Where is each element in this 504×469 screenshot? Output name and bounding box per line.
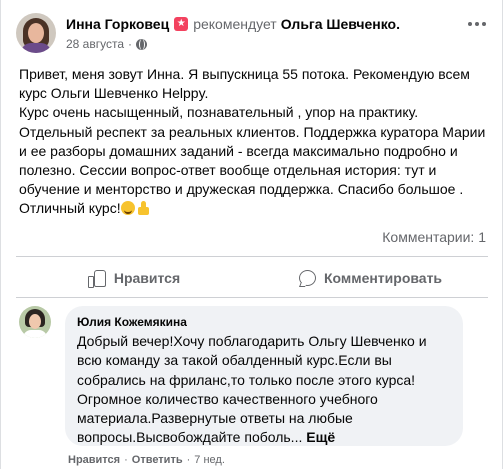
smiling-face-emoji [120,201,135,216]
commenter-avatar[interactable] [19,306,51,338]
comment-reply-link[interactable]: Ответить [132,454,183,466]
comment-item: Юлия Кожемякина Добрый вечер!Хочу поблаг… [19,306,463,446]
post-meta: Инна Горковец ★ рекомендует Ольга Шевчен… [66,13,400,55]
globe-icon[interactable] [136,38,148,50]
thumbs-up-emoji [137,201,149,216]
post-body: Привет, меня зовут Инна. Я выпускница 55… [19,65,489,219]
comment-bubble: Юлия Кожемякина Добрый вечер!Хочу поблаг… [65,306,463,446]
comment-button[interactable]: Комментировать [252,262,488,294]
more-options-icon[interactable] [468,22,486,26]
post-header: Инна Горковец ★ рекомендует Ольга Шевчен… [16,13,400,55]
date-separator: · [128,37,133,51]
commenter-name[interactable]: Юлия Кожемякина [77,315,451,329]
post-date[interactable]: 28 августа [66,37,124,51]
comment-bubble-icon [298,269,316,287]
recommend-text: рекомендует [193,16,277,32]
recommend-star-icon: ★ [174,17,189,31]
post-card: Инна Горковец ★ рекомендует Ольга Шевчен… [0,0,503,469]
author-name[interactable]: Инна Горковец [66,16,169,32]
divider-top [16,256,488,257]
like-button[interactable]: Нравится [16,262,252,294]
post-text: Привет, меня зовут Инна. Я выпускница 55… [19,66,486,217]
like-label: Нравится [113,270,181,286]
comment-action-separator-2: · [186,454,191,466]
comment-action-separator: · [124,454,128,466]
recommended-page-link[interactable]: Ольга Шевченко. [281,16,400,32]
comment-time[interactable]: 7 нед. [194,454,225,466]
divider-bottom [16,297,488,298]
comment-text: Добрый вечер!Хочу поблагодарить Ольгу Ше… [77,333,427,446]
comments-count-link[interactable]: Комментарии: 1 [382,229,486,245]
thumbs-up-icon [87,269,106,288]
post-actions: Нравится Комментировать [16,262,488,294]
comment-actions: Нравится · Ответить · 7 нед. [68,454,225,466]
see-more-link[interactable]: Ещё [306,429,335,445]
comment-label: Комментировать [323,270,443,286]
author-avatar[interactable] [16,13,56,53]
comment-like-link[interactable]: Нравится [68,454,120,466]
comment-body: Добрый вечер!Хочу поблагодарить Ольгу Ше… [77,332,451,448]
